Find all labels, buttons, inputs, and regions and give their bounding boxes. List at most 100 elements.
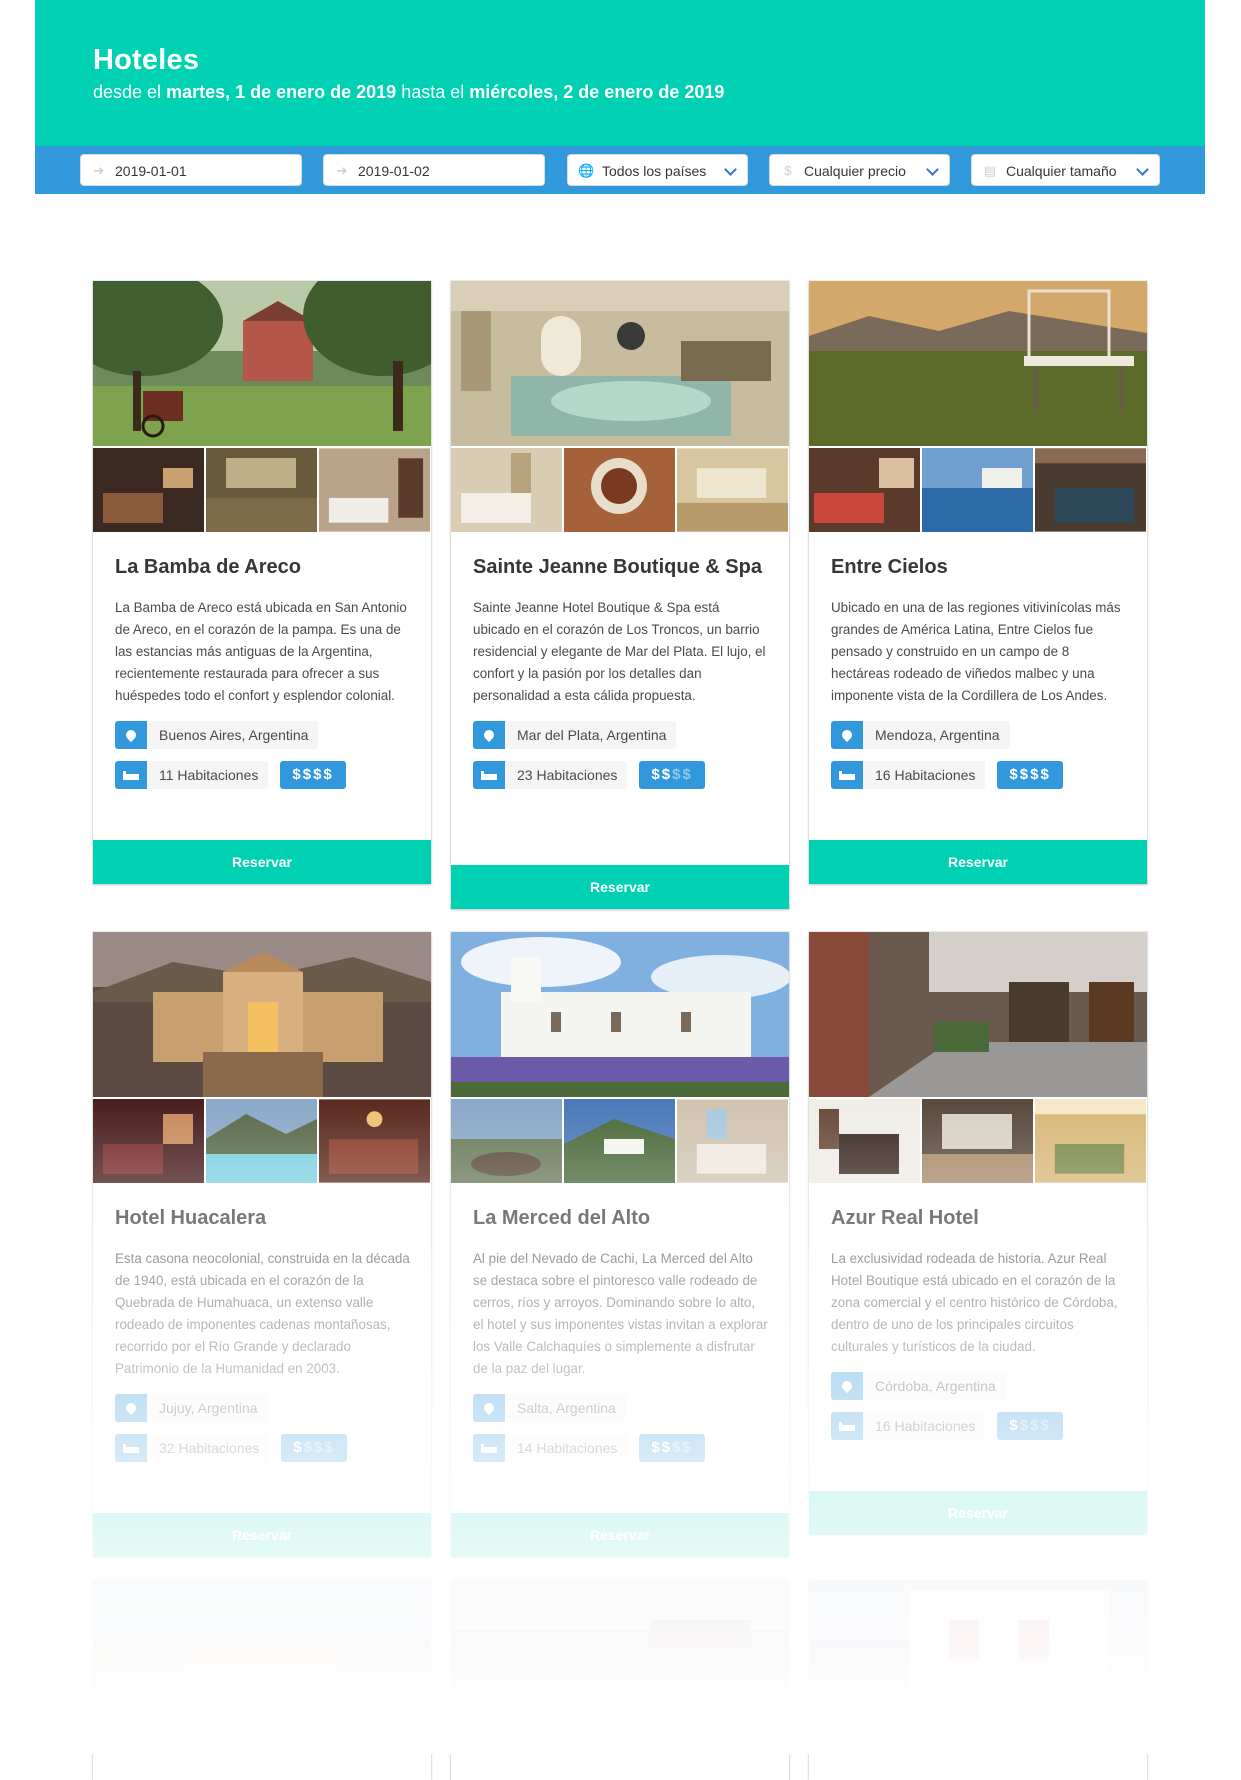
hotel-thumbnail[interactable] [1035, 1099, 1146, 1183]
hotel-description: Sainte Jeanne Hotel Boutique & Spa está … [473, 600, 766, 703]
hotel-tags: Salta, Argentina 14 Habitaciones $$$$ [473, 1394, 769, 1462]
price-symbol: $ [682, 1439, 693, 1456]
price-tag: $$$$ [639, 1434, 705, 1462]
price-symbol: $ [313, 766, 324, 783]
price-tag: $$$$ [997, 1412, 1063, 1440]
hotel-card: Sainte Jeanne Boutique & Spa Sainte Jean… [451, 281, 789, 909]
location-tag: Mendoza, Argentina [831, 721, 1010, 749]
hotel-thumbnail[interactable] [564, 1099, 675, 1183]
hotel-thumbnails [809, 448, 1147, 532]
hotel-thumbnail[interactable] [1035, 448, 1146, 532]
price-symbol: $ [293, 1439, 304, 1456]
hotel-thumbnail[interactable] [922, 1099, 1033, 1183]
hotel-main-photo [93, 932, 431, 1097]
hotel-tags: Buenos Aires, Argentina 11 Habitaciones $… [115, 721, 411, 789]
reserve-button[interactable]: Reservar [809, 1491, 1147, 1535]
country-select[interactable]: 🌐 Todos los países [567, 154, 748, 186]
sign-in-icon: ➜ [93, 163, 105, 178]
map-marker-icon [831, 1372, 863, 1400]
hotel-thumbnail[interactable] [319, 448, 430, 532]
hotel-main-photo [451, 932, 789, 1097]
subtitle-prefix: desde el [93, 82, 167, 102]
hotel-main-photo [93, 1580, 431, 1745]
location-text: Mar del Plata, Argentina [505, 721, 677, 749]
hotel-thumbnail[interactable] [451, 448, 562, 532]
rooms-text: 11 Habitaciones [147, 761, 269, 789]
hotel-tags: Córdoba, Argentina 16 Habitaciones $$$$ [831, 1372, 1127, 1440]
price-symbol: $ [661, 766, 673, 783]
hotel-description: La Bamba de Areco está ubicada en San An… [115, 600, 407, 703]
hotel-thumbnail[interactable] [319, 1099, 430, 1183]
map-marker-icon [473, 1394, 505, 1422]
hotel-card-content: La Bamba de Areco La Bamba de Areco está… [115, 555, 411, 801]
dollar-icon: $ [784, 163, 792, 178]
hotel-card: Azur Real Hotel La exclusividad rodeada … [809, 932, 1147, 1535]
hotel-name: Entre Cielos [831, 556, 948, 578]
location-text: Mendoza, Argentina [863, 721, 1010, 749]
hotel-name: Sainte Jeanne Boutique & Spa [473, 556, 762, 578]
hotel-thumbnail[interactable] [809, 448, 920, 532]
hotel-thumbnail[interactable] [206, 448, 317, 532]
rooms-tag: 23 Habitaciones [473, 761, 628, 789]
rooms-tag: 16 Habitaciones [831, 1412, 986, 1440]
reserve-button[interactable]: Reservar [451, 865, 789, 909]
price-tag: $$$$ [280, 761, 346, 789]
hotel-thumbnail[interactable] [451, 1099, 562, 1183]
size-select[interactable]: ▤ Cualquier tamaño [971, 154, 1160, 186]
price-symbol: $ [303, 1439, 315, 1456]
date-from-input[interactable]: ➜ 2019-01-01 [80, 154, 302, 186]
price-symbol: $ [1009, 1417, 1020, 1434]
rooms-text: 32 Habitaciones [147, 1434, 270, 1462]
hotel-thumbnail[interactable] [922, 448, 1033, 532]
hotel-card: Entre Cielos Ubicado en una de las regio… [809, 281, 1147, 884]
price-symbol: $ [1030, 1417, 1041, 1434]
hotel-thumbnail[interactable] [809, 1099, 920, 1183]
hotel-thumbnail[interactable] [677, 448, 788, 532]
bed-icon: ▤ [983, 163, 997, 178]
reserve-button[interactable]: Reservar [93, 1513, 431, 1557]
price-symbol: $ [682, 766, 693, 783]
globe-icon: 🌐 [578, 163, 595, 178]
price-tag: $$$$ [639, 761, 705, 789]
hotel-card [809, 1580, 1147, 1780]
date-from-value: 2019-01-01 [115, 163, 187, 179]
hotel-thumbnail[interactable] [93, 448, 204, 532]
price-symbol: $ [1040, 766, 1051, 783]
hotel-card-content: Sainte Jeanne Boutique & Spa Sainte Jean… [473, 555, 769, 801]
reserve-button[interactable]: Reservar [809, 840, 1147, 884]
hotel-thumbnail[interactable] [564, 448, 675, 532]
country-select-value: Todos los países [602, 163, 707, 179]
rooms-text: 14 Habitaciones [505, 1434, 628, 1462]
price-select-value: Cualquier precio [804, 163, 906, 179]
hotel-card-content: La Merced del Alto Al pie del Nevado de … [473, 1206, 769, 1474]
rooms-tag: 14 Habitaciones [473, 1434, 628, 1462]
hotel-name: Hotel Huacalera [115, 1207, 267, 1229]
hotel-description: Esta casona neocolonial, construida en l… [115, 1251, 410, 1376]
rooms-text: 16 Habitaciones [863, 1412, 986, 1440]
map-marker-icon [473, 721, 505, 749]
bed-icon [831, 1412, 863, 1440]
price-symbol: $ [672, 1439, 683, 1456]
price-symbol: $ [292, 766, 303, 783]
hotel-thumbnail[interactable] [93, 1099, 204, 1183]
price-tag: $$$$ [997, 761, 1063, 789]
hotel-tags: Jujuy, Argentina 32 Habitaciones $$$$ [115, 1394, 411, 1462]
chevron-down-icon [724, 163, 737, 176]
price-symbol: $ [314, 1439, 325, 1456]
hotel-thumbnail[interactable] [206, 1099, 317, 1183]
chevron-down-icon [1136, 163, 1149, 176]
hotel-thumbnails [93, 448, 431, 532]
map-marker-icon [831, 721, 863, 749]
reserve-button[interactable]: Reservar [93, 840, 431, 884]
price-select[interactable]: $ Cualquier precio [769, 154, 950, 186]
hotel-card [93, 1580, 431, 1780]
hotel-card: La Merced del Alto Al pie del Nevado de … [451, 932, 789, 1557]
hotel-thumbnail[interactable] [677, 1099, 788, 1183]
date-range-subtitle: desde el martes, 1 de enero de 2019 hast… [93, 82, 724, 103]
hotel-thumbnails [809, 1099, 1147, 1183]
rooms-tag: 11 Habitaciones [115, 761, 269, 789]
date-to-input[interactable]: ➜ 2019-01-02 [323, 154, 545, 186]
location-tag: Jujuy, Argentina [115, 1394, 268, 1422]
reserve-button[interactable]: Reservar [451, 1513, 789, 1557]
location-text: Salta, Argentina [505, 1394, 626, 1422]
